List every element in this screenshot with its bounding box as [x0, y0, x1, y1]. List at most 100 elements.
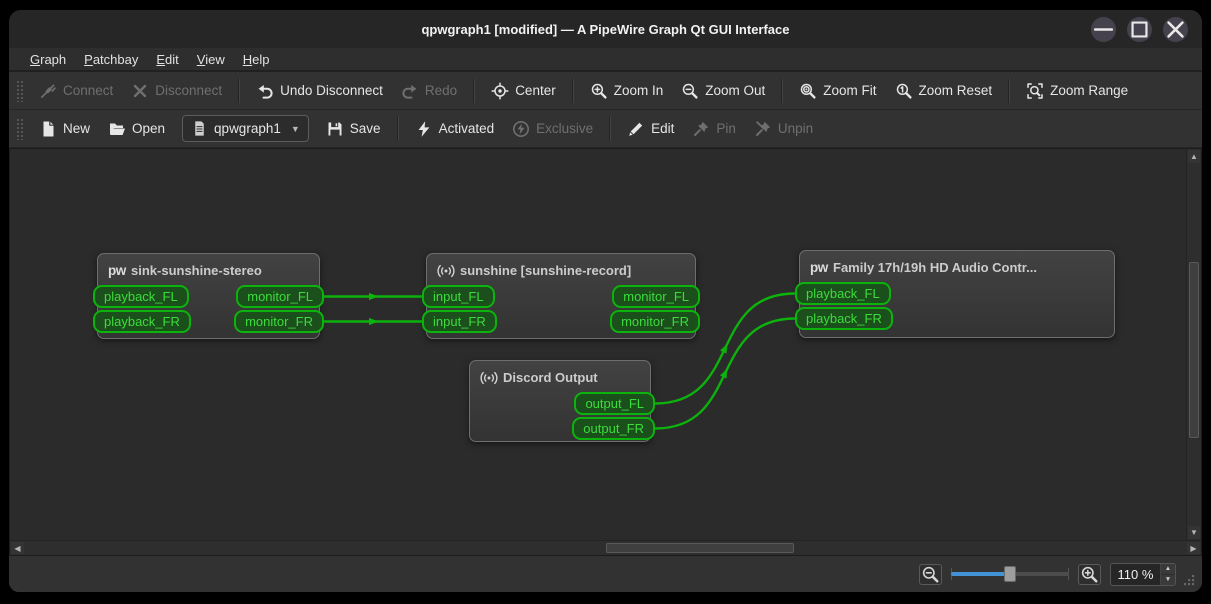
broadcast-icon [437, 262, 455, 280]
toolbar-button-label: Open [132, 121, 166, 136]
toolbar-button-zoom-range[interactable]: Zoom Range [1017, 76, 1137, 106]
port-input_FL[interactable]: input_FL [422, 285, 495, 308]
port-playback_FR[interactable]: playback_FR [93, 310, 191, 333]
graph-view: pw sink-sunshine-stereo playback_FL monitor… [9, 148, 1202, 556]
magnifier-fit-icon [799, 82, 817, 100]
toolbar-button-undo-disconnect[interactable]: Undo Disconnect [247, 76, 392, 106]
port-playback_FL[interactable]: playback_FL [795, 282, 891, 305]
toolbar-button-label: Disconnect [155, 83, 223, 98]
resize-grip-icon[interactable] [1181, 572, 1196, 587]
port-monitor_FL[interactable]: monitor_FL [612, 285, 700, 308]
toolbar-button-label: Edit [651, 121, 675, 136]
toolbar-handle[interactable] [16, 117, 24, 140]
port-input_FR[interactable]: input_FR [422, 310, 497, 333]
vertical-scroll-thumb[interactable] [1189, 262, 1199, 438]
toolbar-separator [473, 78, 476, 103]
minimize-button[interactable] [1091, 16, 1116, 42]
toolbar-button-label: Pin [716, 121, 736, 136]
node-title: Family 17h/19h HD Audio Contr... [833, 260, 1037, 275]
toolbar-button-center[interactable]: Center [482, 76, 565, 106]
menu-patchbay[interactable]: Patchbay [75, 50, 147, 69]
menu-edit[interactable]: Edit [147, 50, 187, 69]
toolbar-button-new[interactable]: New [30, 114, 99, 144]
broadcast-icon [480, 369, 498, 387]
toolbar-button-label: Unpin [777, 121, 814, 136]
scroll-right-button[interactable]: ▶ [1187, 542, 1200, 554]
app-window: qpwgraph1 [modified] — A PipeWire Graph … [9, 10, 1202, 592]
titlebar[interactable]: qpwgraph1 [modified] — A PipeWire Graph … [9, 10, 1202, 48]
toolbar-button-pin: Pin [683, 114, 745, 144]
node-title: sunshine [sunshine-record] [460, 263, 632, 278]
patchbay-select[interactable]: qpwgraph1 ▼ [182, 115, 309, 142]
pin-icon [692, 120, 710, 138]
magnifier-reset-icon [895, 82, 913, 100]
toolbar-button-label: Redo [424, 83, 458, 98]
toolbar-button-label: Center [515, 83, 556, 98]
toolbar-button-save[interactable]: Save [317, 114, 390, 144]
toolbar-button-label: Zoom Reset [918, 83, 993, 98]
toolbar-button-disconnect: Disconnect [122, 76, 231, 106]
pencil-icon [627, 120, 645, 138]
port-playback_FR[interactable]: playback_FR [795, 307, 893, 330]
node-sunshine-sunshine-record[interactable]: sunshine [sunshine-record] input_FL monito… [422, 253, 700, 339]
maximize-button[interactable] [1127, 16, 1152, 42]
horizontal-scroll-thumb[interactable] [606, 543, 794, 553]
horizontal-scrollbar[interactable]: ◀ ▶ [10, 540, 1201, 555]
toolbar-button-label: Undo Disconnect [280, 83, 383, 98]
menu-graph[interactable]: Graph [21, 50, 75, 69]
chevron-down-icon: ▼ [290, 123, 300, 134]
port-monitor_FL[interactable]: monitor_FL [236, 285, 324, 308]
menu-view[interactable]: View [188, 50, 234, 69]
toolbar-button-connect: Connect [30, 76, 122, 106]
toolbar-button-label: Zoom Fit [823, 83, 877, 98]
node-sink-sunshine-stereo[interactable]: pw sink-sunshine-stereo playback_FL monitor… [93, 253, 324, 339]
toolbar-button-redo: Redo [392, 76, 466, 106]
toolbar-button-open[interactable]: Open [99, 114, 174, 144]
zoom-slider-handle[interactable] [1004, 566, 1016, 582]
lightning-circle-icon [512, 120, 530, 138]
toolbar-button-zoom-in[interactable]: Zoom In [581, 76, 673, 106]
magnifier-minus-icon [681, 82, 699, 100]
toolbar-file: New Open qpwgraph1 ▼ Save Activated Exclusive E… [9, 110, 1202, 148]
node-header: pw Family 17h/19h HD Audio Contr... [800, 251, 1114, 282]
port-output_FL[interactable]: output_FL [574, 392, 655, 415]
close-button[interactable] [1163, 16, 1188, 42]
toolbar-button-zoom-reset[interactable]: Zoom Reset [886, 76, 1002, 106]
toolbar-button-activated[interactable]: Activated [406, 114, 504, 144]
port-monitor_FR[interactable]: monitor_FR [610, 310, 700, 333]
scroll-left-button[interactable]: ◀ [11, 542, 24, 554]
zoom-out-button[interactable] [919, 563, 942, 585]
node-title: Discord Output [503, 370, 598, 385]
zoom-slider[interactable] [951, 564, 1069, 584]
toolbar-separator [238, 78, 241, 103]
open-folder-icon [108, 120, 126, 138]
toolbar-button-edit[interactable]: Edit [618, 114, 683, 144]
toolbar-button-label: Save [349, 121, 381, 136]
spin-up-button[interactable]: ▲ [1161, 563, 1175, 575]
toolbar-handle[interactable] [16, 79, 24, 102]
toolbar-button-zoom-fit[interactable]: Zoom Fit [790, 76, 885, 106]
node-header: sunshine [sunshine-record] [427, 254, 695, 285]
menu-help[interactable]: Help [234, 50, 279, 69]
toolbar-button-zoom-out[interactable]: Zoom Out [672, 76, 774, 106]
toolbar-button-unpin: Unpin [745, 114, 822, 144]
port-output_FR[interactable]: output_FR [572, 417, 655, 440]
zoom-in-button[interactable] [1078, 563, 1101, 585]
toolbar-button-label: Zoom In [613, 83, 664, 98]
zoom-spinbox[interactable]: 110 % ▲ ▼ [1110, 562, 1176, 586]
port-monitor_FR[interactable]: monitor_FR [234, 310, 324, 333]
node-discord-output[interactable]: Discord Output output_FL output_FR [469, 360, 655, 442]
spin-down-button[interactable]: ▼ [1161, 574, 1175, 585]
zoom-value[interactable]: 110 % [1111, 567, 1160, 582]
scroll-down-button[interactable]: ▼ [1188, 526, 1200, 539]
toolbar-separator [571, 78, 574, 103]
port-playback_FL[interactable]: playback_FL [93, 285, 189, 308]
vertical-scrollbar[interactable]: ▲ ▼ [1186, 149, 1201, 540]
unpin-icon [754, 120, 772, 138]
node-family-17h-19h-hd-audio-contr[interactable]: pw Family 17h/19h HD Audio Contr... playba… [795, 250, 1115, 338]
scroll-up-button[interactable]: ▲ [1188, 150, 1200, 163]
zoom-spinner: ▲ ▼ [1160, 563, 1175, 585]
graph-canvas[interactable]: pw sink-sunshine-stereo playback_FL monitor… [10, 149, 1186, 540]
toolbar-main: Connect Disconnect Undo Disconnect Redo Cent… [9, 72, 1202, 110]
pipewire-icon: pw [108, 262, 126, 278]
